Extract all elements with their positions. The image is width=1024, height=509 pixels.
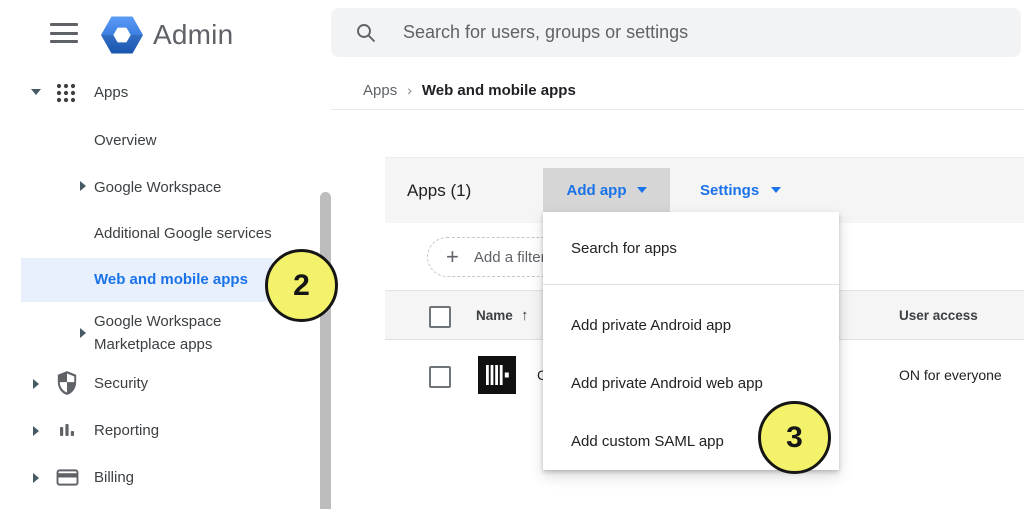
step-annotation-2: 2 xyxy=(265,249,338,322)
divider xyxy=(331,109,1024,110)
breadcrumb-parent[interactable]: Apps xyxy=(363,82,397,99)
add-app-label: Add app xyxy=(567,182,627,199)
menu-item-search-for-apps[interactable]: Search for apps xyxy=(543,212,839,285)
add-filter-label: Add a filter xyxy=(474,249,546,266)
breadcrumb-separator: › xyxy=(407,82,412,98)
sidebar-item-billing[interactable]: Billing xyxy=(94,469,134,486)
admin-hexagon-icon xyxy=(99,13,145,57)
menu-icon[interactable] xyxy=(50,23,78,43)
chevron-right-icon[interactable] xyxy=(33,473,39,483)
menu-bar xyxy=(50,40,78,43)
sidebar-item-additional-google-services[interactable]: Additional Google services xyxy=(94,225,272,242)
chevron-down-icon xyxy=(637,187,647,193)
brand-title: Admin xyxy=(153,19,233,51)
add-app-button[interactable]: Add app xyxy=(543,168,670,212)
google-admin-console: Admin Search for users, groups or settin… xyxy=(0,0,1024,509)
app-logo-icon xyxy=(478,356,516,394)
admin-logo: Admin xyxy=(99,13,233,57)
chevron-right-icon[interactable] xyxy=(80,181,86,191)
column-header-user-access: User access xyxy=(899,291,978,339)
breadcrumb-current: Web and mobile apps xyxy=(422,82,576,99)
sidebar-item-label: Web and mobile apps xyxy=(21,258,273,302)
sidebar-item-web-and-mobile-apps[interactable]: Web and mobile apps xyxy=(21,258,273,302)
sidebar-item-marketplace-apps[interactable]: Google Workspace Marketplace apps xyxy=(94,310,256,356)
search-icon xyxy=(355,22,376,43)
user-access-value: ON for everyone xyxy=(899,340,1002,410)
select-all-checkbox[interactable] xyxy=(429,306,451,328)
chevron-down-icon[interactable] xyxy=(31,89,41,95)
breadcrumb: Apps › Web and mobile apps xyxy=(363,77,576,103)
credit-card-icon xyxy=(56,468,79,487)
row-checkbox[interactable] xyxy=(429,366,451,388)
step-annotation-3: 3 xyxy=(758,401,831,474)
chevron-right-icon[interactable] xyxy=(33,379,39,389)
menu-item-add-private-android-app[interactable]: Add private Android app xyxy=(543,296,839,354)
chevron-right-icon[interactable] xyxy=(80,328,86,338)
shield-icon xyxy=(56,370,78,396)
apps-grid-icon xyxy=(55,82,77,104)
chevron-right-icon[interactable] xyxy=(33,426,39,436)
sidebar-item-apps[interactable]: Apps xyxy=(94,84,128,101)
settings-label: Settings xyxy=(700,182,759,199)
menu-bar xyxy=(50,23,78,26)
bar-chart-icon xyxy=(57,420,77,440)
apps-count-title: Apps (1) xyxy=(407,158,471,223)
sidebar-scrollbar[interactable] xyxy=(320,192,331,509)
sort-ascending-icon[interactable]: ↑ xyxy=(521,291,529,339)
column-header-name[interactable]: Name xyxy=(476,291,513,339)
search-placeholder: Search for users, groups or settings xyxy=(403,22,688,43)
sidebar-item-google-workspace[interactable]: Google Workspace xyxy=(94,179,221,196)
plus-icon: + xyxy=(446,244,459,270)
chevron-down-icon xyxy=(771,187,781,193)
menu-bar xyxy=(50,32,78,35)
sidebar-item-security[interactable]: Security xyxy=(94,375,148,392)
search-input[interactable]: Search for users, groups or settings xyxy=(331,8,1021,57)
sidebar-item-overview[interactable]: Overview xyxy=(94,132,157,149)
sidebar-item-reporting[interactable]: Reporting xyxy=(94,422,159,439)
